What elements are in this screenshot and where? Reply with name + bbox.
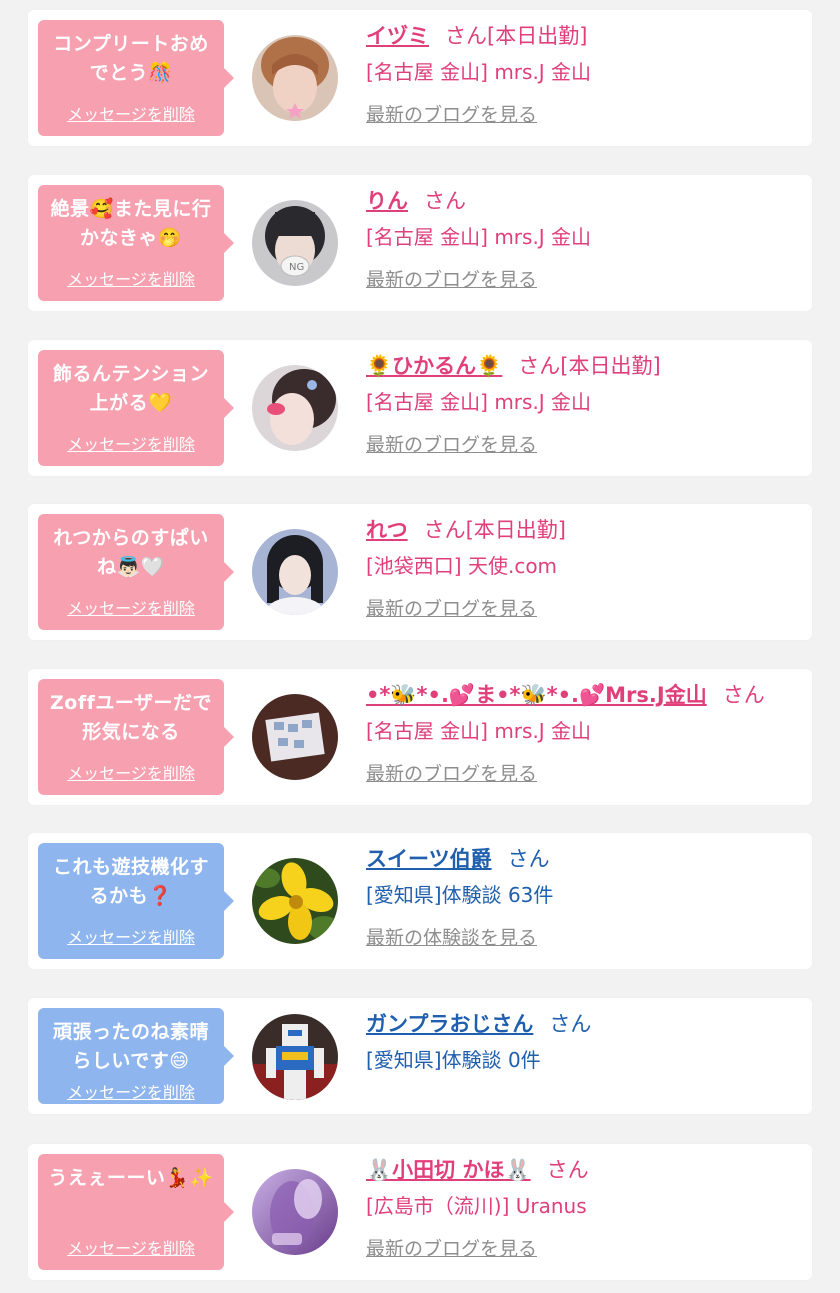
honorific: さん	[722, 683, 765, 707]
message-card: コンプリートおめでとう🎊 メッセージを削除 イヅミ さん[本日出勤] [名古屋 金…	[28, 10, 812, 146]
user-name-link[interactable]: 🐰小田切 かほ🐰	[366, 1158, 531, 1182]
avatar[interactable]	[252, 1014, 338, 1100]
message-text: れつからのすぱいね👼🏻🤍	[53, 527, 209, 578]
user-name-link[interactable]: 🌻ひかるん🌻	[366, 354, 502, 378]
latest-blog-link[interactable]: 最新のブログを見る	[366, 759, 806, 789]
message-bubble: 絶景🥰また見に行かなきゃ🤭 メッセージを削除	[38, 185, 234, 301]
user-name-link[interactable]: ガンプラおじさん	[366, 1012, 533, 1036]
honorific: さん[本日出勤]	[445, 24, 588, 48]
message-text: コンプリートおめでとう🎊	[53, 33, 209, 84]
message-bubble: 飾るんテンション上がる💛 メッセージを削除	[38, 350, 234, 466]
message-card: うえぇーーい💃✨ メッセージを削除 🐰小田切 かほ🐰 さん [広島市（流川)] …	[28, 1144, 812, 1280]
message-card: Zoffユーザーだで形気になる メッセージを削除 •*🐝*•.💕ま•*🐝*•.💕…	[28, 669, 812, 805]
latest-blog-link[interactable]: 最新のブログを見る	[366, 594, 806, 624]
message-list: コンプリートおめでとう🎊 メッセージを削除 イヅミ さん[本日出勤] [名古屋 金…	[0, 0, 840, 1293]
shop-info: [池袋西口] 天使.com	[366, 554, 558, 578]
latest-blog-link[interactable]: 最新のブログを見る	[366, 265, 806, 295]
shop-info: [愛知県]体験談 63件	[366, 883, 554, 907]
message-text: Zoffユーザーだで形気になる	[50, 692, 212, 743]
honorific: さん	[424, 189, 466, 213]
latest-blog-link[interactable]: 最新のブログを見る	[366, 430, 806, 460]
shop-info: [名古屋 金山] mrs.J 金山	[366, 390, 592, 414]
message-bubble: れつからのすぱいね👼🏻🤍 メッセージを削除	[38, 514, 234, 630]
message-card: 飾るんテンション上がる💛 メッセージを削除 🌻ひかるん🌻 さん[本日出勤] [名古…	[28, 340, 812, 476]
user-name-link[interactable]: れつ	[366, 518, 408, 542]
avatar[interactable]	[252, 529, 338, 615]
avatar[interactable]	[252, 858, 338, 944]
shop-info: [名古屋 金山] mrs.J 金山	[366, 719, 592, 743]
honorific: さん[本日出勤]	[423, 518, 566, 542]
latest-blog-link[interactable]: 最新のブログを見る	[366, 1234, 806, 1264]
delete-message-link[interactable]: メッセージを削除	[67, 101, 195, 125]
shop-info: [広島市（流川)] Uranus	[366, 1194, 587, 1218]
shop-info: [名古屋 金山] mrs.J 金山	[366, 225, 592, 249]
message-card: れつからのすぱいね👼🏻🤍 メッセージを削除 れつ さん[本日出勤] [池袋西口] …	[28, 504, 812, 640]
message-text: これも遊技機化するかも❓	[52, 856, 209, 907]
message-text: 絶景🥰また見に行かなきゃ🤭	[50, 198, 212, 249]
delete-message-link[interactable]: メッセージを削除	[67, 760, 195, 784]
avatar[interactable]	[252, 694, 338, 780]
delete-message-link[interactable]: メッセージを削除	[67, 1079, 195, 1103]
honorific: さん	[549, 1012, 592, 1036]
honorific: さん[本日出勤]	[518, 354, 661, 378]
user-name-link[interactable]: イヅミ	[366, 24, 429, 48]
avatar[interactable]	[252, 365, 338, 451]
shop-info: [名古屋 金山] mrs.J 金山	[366, 60, 592, 84]
delete-message-link[interactable]: メッセージを削除	[67, 266, 195, 290]
shop-info: [愛知県]体験談 0件	[366, 1048, 541, 1072]
user-name-link[interactable]: •*🐝*•.💕ま•*🐝*•.💕Mrs.J金山	[366, 683, 707, 707]
message-text: 飾るんテンション上がる💛	[52, 363, 209, 414]
latest-blog-link[interactable]: 最新のブログを見る	[366, 100, 806, 130]
avatar[interactable]: NG	[252, 200, 338, 286]
message-card: これも遊技機化するかも❓ メッセージを削除 スイーツ伯爵 さん [愛知県]体験談 …	[28, 833, 812, 969]
user-name-link[interactable]: スイーツ伯爵	[366, 847, 492, 871]
message-card: 絶景🥰また見に行かなきゃ🤭 メッセージを削除 NG りん さん [名古屋 金山] …	[28, 175, 812, 311]
message-bubble: コンプリートおめでとう🎊 メッセージを削除	[38, 20, 234, 136]
message-card: 頑張ったのね素晴らしいです😄 メッセージを削除 ガンプラおじさん さん [愛知県]…	[28, 998, 812, 1114]
delete-message-link[interactable]: メッセージを削除	[67, 595, 195, 619]
message-bubble: うえぇーーい💃✨ メッセージを削除	[38, 1154, 234, 1270]
delete-message-link[interactable]: メッセージを削除	[67, 431, 195, 455]
delete-message-link[interactable]: メッセージを削除	[67, 924, 195, 948]
user-name-link[interactable]: りん	[366, 189, 408, 213]
svg-text:NG: NG	[289, 262, 304, 273]
message-bubble: Zoffユーザーだで形気になる メッセージを削除	[38, 679, 234, 795]
delete-message-link[interactable]: メッセージを削除	[67, 1235, 195, 1259]
avatar[interactable]	[252, 1169, 338, 1255]
message-text: うえぇーーい💃✨	[48, 1167, 214, 1189]
message-text: 頑張ったのね素晴らしいです😄	[52, 1021, 209, 1072]
honorific: さん	[507, 847, 550, 871]
honorific: さん	[546, 1158, 589, 1182]
message-bubble: 頑張ったのね素晴らしいです😄 メッセージを削除	[38, 1008, 234, 1104]
message-bubble: これも遊技機化するかも❓ メッセージを削除	[38, 843, 234, 959]
avatar[interactable]	[252, 35, 338, 121]
latest-review-link[interactable]: 最新の体験談を見る	[366, 923, 806, 953]
